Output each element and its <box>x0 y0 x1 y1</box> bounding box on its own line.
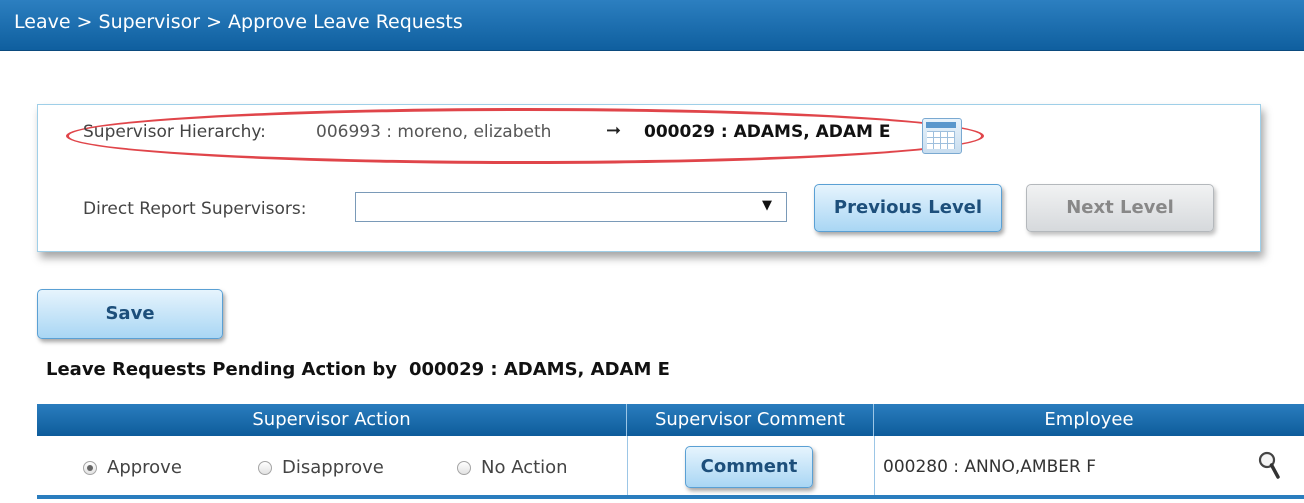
next-level-button[interactable]: Next Level <box>1026 184 1214 232</box>
pending-title-text: Leave Requests Pending Action by <box>46 359 397 380</box>
approve-radio[interactable]: Approve <box>83 457 182 478</box>
dropdown-caret-icon[interactable]: ▼ <box>762 198 772 213</box>
column-divider <box>874 436 875 495</box>
disapprove-label: Disapprove <box>282 457 384 478</box>
calendar-icon[interactable] <box>922 118 962 154</box>
comment-button[interactable]: Comment <box>685 446 813 488</box>
pending-supervisor: 000029 : ADAMS, ADAM E <box>408 359 670 380</box>
magnifier-icon[interactable] <box>1257 450 1281 480</box>
save-button[interactable]: Save <box>37 289 223 339</box>
breadcrumb: Leave > Supervisor > Approve Leave Reque… <box>14 11 463 33</box>
radio-unchecked-icon[interactable] <box>258 461 272 475</box>
pending-title: Leave Requests Pending Action by 000029 :… <box>46 359 670 380</box>
direct-report-select[interactable]: ▼ <box>355 192 787 222</box>
radio-checked-icon[interactable] <box>83 461 97 475</box>
column-supervisor-action[interactable]: Supervisor Action <box>37 404 627 436</box>
approve-label: Approve <box>107 457 182 478</box>
disapprove-radio[interactable]: Disapprove <box>258 457 384 478</box>
hierarchy-from[interactable]: 006993 : moreno, elizabeth <box>316 122 551 142</box>
grid-header: Supervisor Action Supervisor Comment Emp… <box>37 404 1304 436</box>
direct-report-label: Direct Report Supervisors: <box>83 199 307 219</box>
employee-name: 000280 : ANNO,AMBER F <box>883 457 1096 477</box>
arrow-icon: ➞ <box>606 120 622 141</box>
no-action-radio[interactable]: No Action <box>457 457 568 478</box>
title-bar: Leave > Supervisor > Approve Leave Reque… <box>0 0 1304 50</box>
no-action-label: No Action <box>481 457 568 478</box>
radio-unchecked-icon[interactable] <box>457 461 471 475</box>
table-row: Approve Disapprove No Action Comment 000… <box>37 436 1304 499</box>
hierarchy-current: 000029 : ADAMS, ADAM E <box>644 122 891 142</box>
column-divider <box>627 436 628 495</box>
column-employee[interactable]: Employee <box>874 404 1304 436</box>
hierarchy-label: Supervisor Hierarchy: <box>83 122 266 142</box>
previous-level-button[interactable]: Previous Level <box>814 184 1002 232</box>
column-supervisor-comment[interactable]: Supervisor Comment <box>627 404 874 436</box>
